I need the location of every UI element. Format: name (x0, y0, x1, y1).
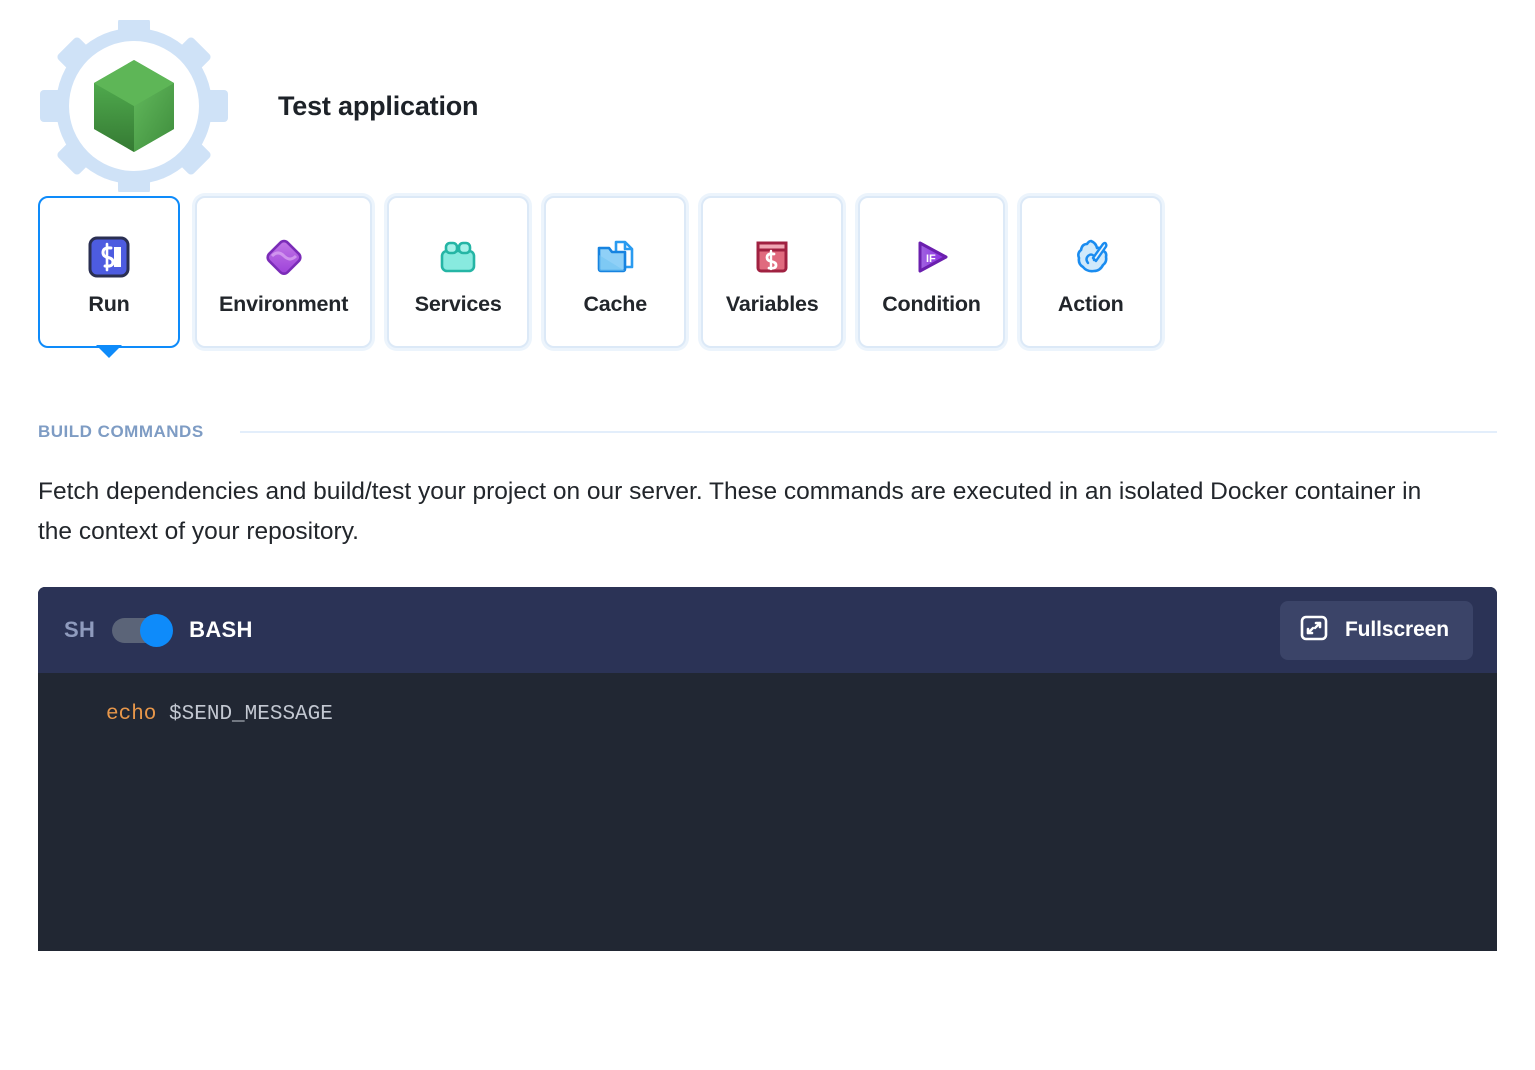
tab-label: Action (1058, 292, 1124, 317)
tab-action[interactable]: Action (1020, 196, 1162, 348)
toggle-switch[interactable] (112, 618, 172, 643)
tab-label: Cache (583, 292, 647, 317)
build-commands-editor: SH BASH Fullscreen echo $SEND_MESSAGE (38, 587, 1497, 951)
code-argument: $SEND_MESSAGE (169, 703, 333, 726)
dollar-window-icon (750, 228, 794, 286)
if-play-icon: IF (909, 228, 953, 286)
tab-label: Environment (219, 292, 348, 317)
terminal-prompt-icon (87, 228, 131, 286)
app-header: Test application (0, 0, 1535, 190)
code-editor-area[interactable]: echo $SEND_MESSAGE (38, 673, 1497, 951)
lego-brick-icon (435, 228, 481, 286)
tab-run[interactable]: Run (38, 196, 180, 348)
fullscreen-label: Fullscreen (1345, 618, 1449, 642)
tab-label: Condition (882, 292, 981, 317)
tab-label: Services (415, 292, 502, 317)
toggle-label-sh: SH (64, 617, 95, 643)
tab-services[interactable]: Services (387, 196, 529, 348)
expand-fullscreen-icon (1300, 614, 1328, 647)
toggle-label-bash: BASH (189, 617, 253, 643)
code-keyword: echo (106, 703, 156, 726)
toggle-knob (140, 614, 173, 647)
config-tab-bar: Run Environment Ser (0, 196, 1535, 348)
shell-type-toggle[interactable]: SH BASH (64, 617, 253, 643)
section-title: BUILD COMMANDS (38, 422, 204, 442)
tab-variables[interactable]: Variables (701, 196, 843, 348)
tab-condition[interactable]: IF Condition (858, 196, 1005, 348)
svg-text:IF: IF (926, 253, 936, 265)
build-commands-section-header: BUILD COMMANDS (38, 422, 1535, 442)
tab-cache[interactable]: Cache (544, 196, 686, 348)
page-title: Test application (278, 91, 478, 122)
editor-toolbar: SH BASH Fullscreen (38, 587, 1497, 673)
tab-label: Variables (726, 292, 819, 317)
folder-document-icon (593, 228, 637, 286)
section-description: Fetch dependencies and build/test your p… (38, 472, 1458, 551)
code-line[interactable]: echo $SEND_MESSAGE (38, 699, 1497, 731)
pointing-hand-icon (1069, 228, 1113, 286)
purple-diamond-icon (262, 228, 306, 286)
tab-environment[interactable]: Environment (195, 196, 372, 348)
fullscreen-button[interactable]: Fullscreen (1280, 601, 1473, 660)
section-divider (240, 431, 1497, 433)
nodejs-hexagon-gear-icon (38, 20, 230, 192)
tab-label: Run (88, 292, 129, 317)
